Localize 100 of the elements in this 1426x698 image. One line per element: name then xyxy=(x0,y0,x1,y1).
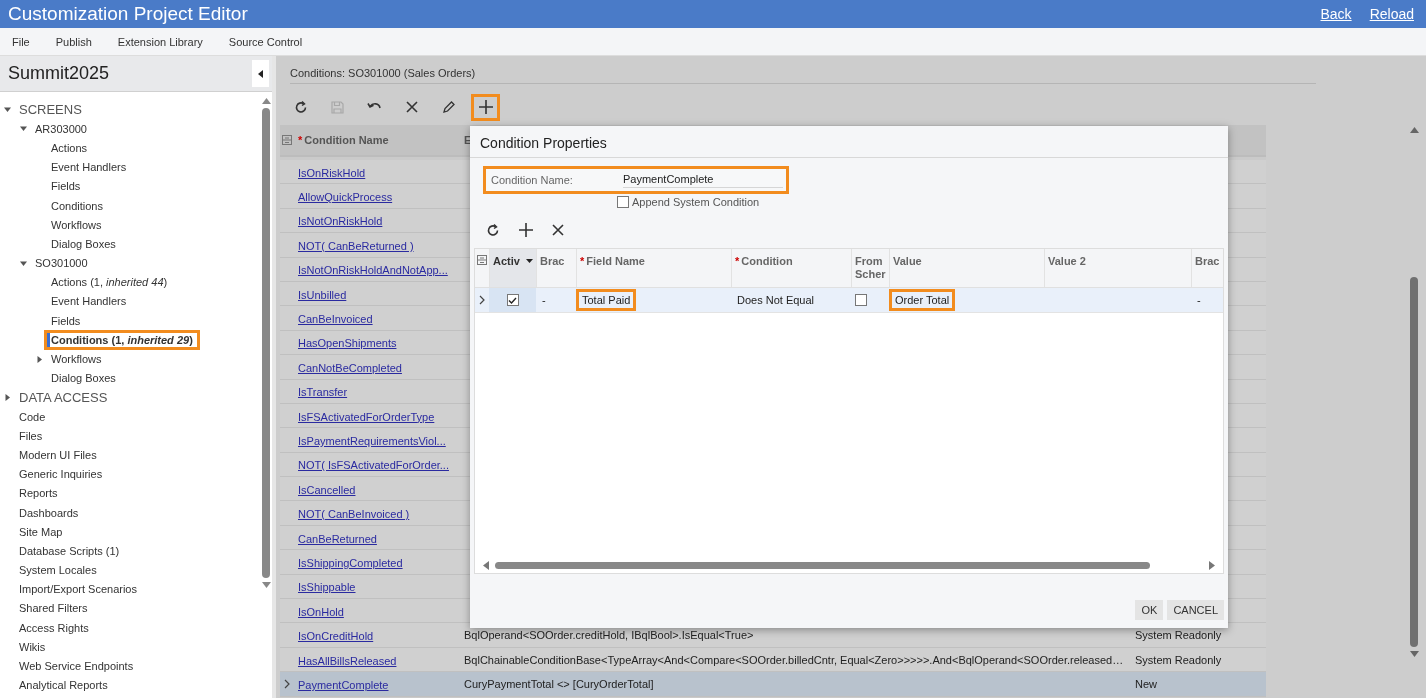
tree-item[interactable]: Modern UI Files xyxy=(12,444,104,465)
checkbox[interactable] xyxy=(506,294,519,306)
column-header[interactable]: From Scher xyxy=(851,249,889,287)
condition-link[interactable]: NOT( CanBeReturned ) xyxy=(298,239,414,252)
column-header[interactable]: * Condition xyxy=(731,249,851,287)
tree-item[interactable]: Wikis xyxy=(12,636,53,657)
table-row[interactable]: - Total Paid Does Not Equal Order Total - xyxy=(475,288,1223,313)
tree-item[interactable]: Dashboards xyxy=(12,502,86,523)
close-icon xyxy=(405,101,418,113)
condition-name-field[interactable]: Condition Name: PaymentComplete xyxy=(483,166,789,194)
condition-link[interactable]: NOT( IsFSActivatedForOrder... xyxy=(298,459,449,472)
tree-item[interactable]: Files xyxy=(12,425,50,446)
chevron-icon xyxy=(284,678,290,689)
menu-item[interactable]: Publish xyxy=(55,35,92,48)
condition-link[interactable]: PaymentComplete xyxy=(298,678,389,691)
scroll-down-icon[interactable] xyxy=(261,582,271,588)
pencil-icon xyxy=(442,100,455,114)
tree-item[interactable]: Analytical Reports xyxy=(12,675,115,696)
condition-link[interactable]: IsShippable xyxy=(298,581,356,594)
scroll-right-icon[interactable] xyxy=(1209,560,1215,570)
tree-item[interactable]: Event Handlers xyxy=(44,157,134,178)
tree-item[interactable]: Import/Export Scenarios xyxy=(12,579,144,600)
plus-icon xyxy=(519,223,533,237)
condition-link[interactable]: IsOnHold xyxy=(298,605,344,618)
tree-item[interactable]: System Locales xyxy=(12,560,104,581)
dialog-title: Condition Properties xyxy=(470,126,1228,158)
condition-link[interactable]: IsFSActivatedForOrderType xyxy=(298,410,435,423)
condition-link[interactable]: CanBeInvoiced xyxy=(298,313,373,326)
condition-link[interactable]: IsCancelled xyxy=(298,483,356,496)
table-cell: Total Paid xyxy=(576,289,637,311)
condition-link[interactable]: IsPaymentRequirementsViol... xyxy=(298,435,446,447)
condition-link[interactable]: IsTransfer xyxy=(298,386,348,399)
menu-item[interactable]: Source Control xyxy=(228,35,303,48)
tree-item[interactable]: Conditions xyxy=(44,195,110,216)
tree-item[interactable]: Web Service Endpoints xyxy=(12,656,141,677)
condition-link[interactable]: AllowQuickProcess xyxy=(298,191,393,204)
table-cell: BqlChainableConditionBase<TypeArray<And<Compare<SOOrder.billedCntr, Equal<Zero>>>>>.And<BqlOperand<SOOrder.released… xyxy=(464,653,1124,666)
tree-item[interactable]: Database Scripts (1) xyxy=(12,540,127,561)
refresh-button[interactable] xyxy=(486,223,500,237)
scroll-up-icon[interactable] xyxy=(1409,127,1419,133)
column-header[interactable]: * Field Name xyxy=(576,249,731,287)
column-chooser-icon[interactable] xyxy=(477,255,487,265)
checkbox[interactable] xyxy=(855,294,867,306)
tree-item[interactable]: SO301000 xyxy=(28,253,95,274)
condition-link[interactable]: IsOnCreditHold xyxy=(298,630,374,643)
tree-item[interactable]: Fields xyxy=(44,176,88,197)
condition-link[interactable]: IsNotOnRiskHold xyxy=(298,215,383,228)
menu-item[interactable]: File xyxy=(12,35,30,48)
column-header[interactable]: Value xyxy=(889,249,1044,287)
tree-item[interactable]: Workflows xyxy=(44,349,109,370)
table-row[interactable]: PaymentComplete CuryPaymentTotal <> [CuryOrderTotal] New xyxy=(280,672,1266,697)
tree-item[interactable]: Event Handlers xyxy=(44,291,134,312)
header-link[interactable]: Back xyxy=(1320,6,1352,22)
tree-item[interactable]: Fields xyxy=(44,310,88,331)
condition-link[interactable]: IsUnbilled xyxy=(298,288,347,301)
scroll-left-icon[interactable] xyxy=(483,560,489,570)
scroll-up-icon[interactable] xyxy=(261,98,271,104)
delete-button[interactable] xyxy=(552,224,564,236)
condition-link[interactable]: IsOnRiskHold xyxy=(298,166,366,179)
tree-item[interactable]: Conditions (1, inherited 29) xyxy=(44,329,200,350)
table-row[interactable]: HasAllBillsReleased BqlChainableConditionBase<TypeArray<And<Compare<SOOrder.billedCntr, Equal<Zero>>>>>.And<BqlOperand<SOOrder.released… System Readonly xyxy=(280,647,1266,673)
scroll-down-icon[interactable] xyxy=(1409,651,1419,657)
collapse-caret-icon[interactable] xyxy=(4,393,11,401)
collapse-caret-icon[interactable] xyxy=(36,355,43,363)
add-button[interactable] xyxy=(471,93,500,121)
menu-item[interactable]: Extension Library xyxy=(117,35,203,48)
column-header[interactable]: Brac xyxy=(536,249,576,287)
condition-link[interactable]: CanNotBeCompleted xyxy=(298,361,402,374)
condition-link[interactable]: IsNotOnRiskHoldAndNotApp... xyxy=(298,264,448,277)
header-link[interactable]: Reload xyxy=(1369,6,1414,22)
tree-item[interactable]: Actions xyxy=(44,137,95,158)
tree-item[interactable]: Workflows xyxy=(44,214,109,235)
column-header[interactable]: * Condition Name xyxy=(294,134,460,146)
expand-caret-icon[interactable] xyxy=(4,106,11,114)
tree-item[interactable]: Shared Filters xyxy=(12,598,95,619)
dialog-button[interactable]: CANCEL xyxy=(1167,600,1224,620)
tree-item[interactable]: Site Map xyxy=(12,521,70,542)
add-button[interactable] xyxy=(519,223,533,237)
collapse-button[interactable] xyxy=(252,60,269,87)
expand-caret-icon[interactable] xyxy=(20,259,27,267)
dialog-button[interactable]: OK xyxy=(1135,600,1164,620)
column-chooser-icon[interactable] xyxy=(282,135,292,145)
condition-link[interactable]: HasOpenShipments xyxy=(298,337,397,350)
condition-link[interactable]: IsShippingCompleted xyxy=(298,556,403,569)
tree-item[interactable]: Code xyxy=(12,406,53,427)
condition-link[interactable]: HasAllBillsReleased xyxy=(298,654,397,667)
condition-link[interactable]: NOT( CanBeInvoiced ) xyxy=(298,508,410,521)
condition-link[interactable]: CanBeReturned xyxy=(298,532,377,545)
table-cell: CuryPaymentTotal <> [CuryOrderTotal] xyxy=(464,677,654,690)
tree-item[interactable]: Access Rights xyxy=(12,617,96,638)
column-header[interactable]: Brac xyxy=(1191,249,1223,287)
checkbox[interactable] xyxy=(617,196,629,208)
expand-caret-icon[interactable] xyxy=(20,125,27,133)
column-header[interactable]: Value 2 xyxy=(1044,249,1191,287)
tree-item[interactable]: Generic Inquiries xyxy=(12,464,110,485)
tree-item[interactable]: Reports xyxy=(12,483,65,504)
tree-item[interactable]: Actions (1, inherited 44) xyxy=(44,272,175,293)
save-icon xyxy=(331,100,344,114)
tree-item[interactable]: Dialog Boxes xyxy=(44,233,123,254)
column-header[interactable]: Activ xyxy=(489,249,536,287)
